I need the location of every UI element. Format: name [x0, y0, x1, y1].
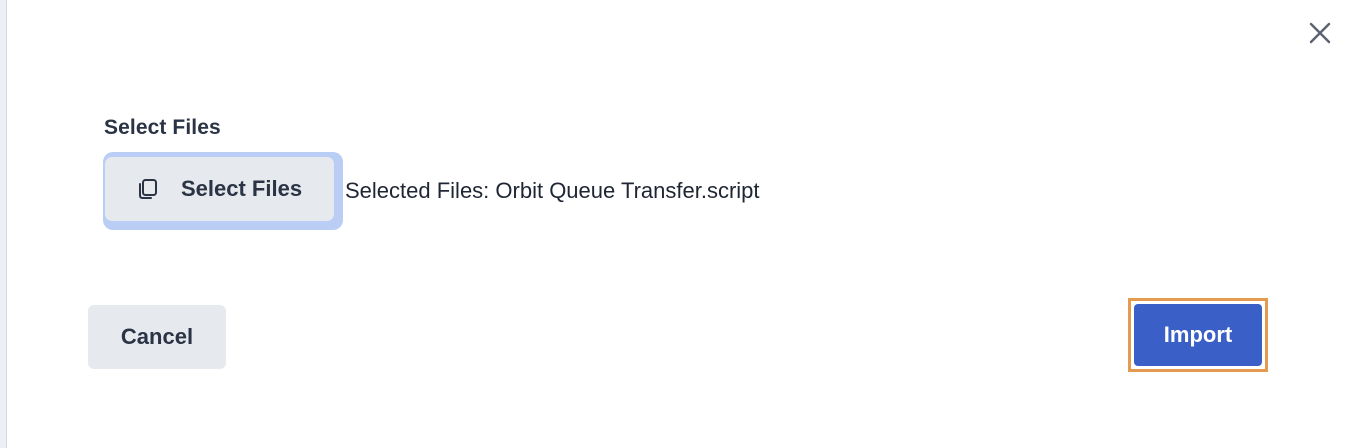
- select-files-focus-ring: Select Files: [103, 152, 343, 230]
- close-icon: [1309, 22, 1331, 44]
- cancel-button[interactable]: Cancel: [88, 305, 226, 369]
- import-button-highlight: Import: [1128, 298, 1268, 372]
- select-files-button-label: Select Files: [181, 176, 303, 201]
- import-dialog: Select Files Select Files Selected Files…: [6, 0, 1348, 448]
- selected-files-text: Selected Files: Orbit Queue Transfer.scr…: [345, 178, 760, 203]
- select-files-button[interactable]: Select Files: [105, 157, 334, 221]
- import-button[interactable]: Import: [1134, 304, 1262, 366]
- select-files-heading: Select Files: [104, 116, 221, 139]
- copy-files-icon: [139, 179, 157, 199]
- close-button[interactable]: [1304, 17, 1336, 49]
